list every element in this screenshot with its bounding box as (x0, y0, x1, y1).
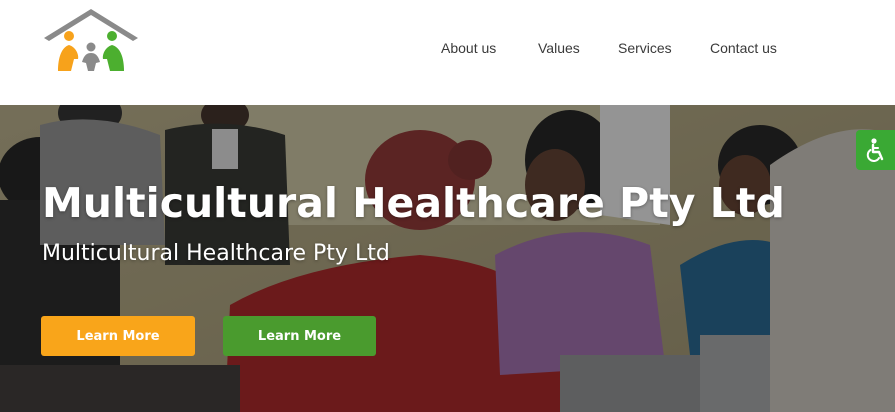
nav-item-contact-us[interactable]: Contact us (710, 40, 777, 56)
learn-more-button-secondary[interactable]: Learn More (223, 316, 376, 356)
site-header: About us Values Services Contact us (0, 0, 895, 105)
nav-item-about-us[interactable]: About us (441, 40, 496, 56)
hero-title: Multicultural Healthcare Pty Ltd (42, 179, 785, 227)
hero-banner: Multicultural Healthcare Pty Ltd Multicu… (0, 105, 895, 412)
main-nav: About us Values Services Contact us (0, 40, 895, 60)
nav-item-values[interactable]: Values (538, 40, 580, 56)
nav-item-services[interactable]: Services (618, 40, 672, 56)
hero-subtitle: Multicultural Healthcare Pty Ltd (42, 241, 390, 266)
accessibility-button[interactable] (856, 130, 895, 170)
wheelchair-icon (866, 138, 883, 162)
learn-more-button-primary[interactable]: Learn More (41, 316, 195, 356)
